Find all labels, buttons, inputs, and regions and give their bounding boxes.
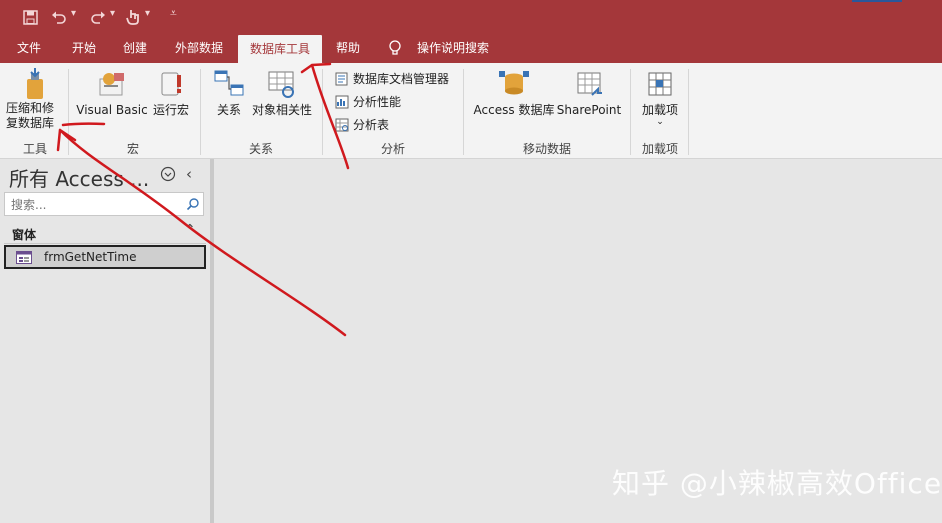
compact-repair-label-1: 压缩和修 bbox=[6, 101, 55, 115]
run-macro-icon bbox=[161, 72, 181, 96]
undo-dropdown-icon[interactable]: ▾ bbox=[71, 8, 76, 19]
ribbon-tab-bar: 文件 开始 创建 外部数据 数据库工具 帮助 操作说明搜索 bbox=[0, 33, 942, 63]
tab-create[interactable]: 创建 bbox=[119, 33, 151, 63]
compact-repair-label-2: 复数据库 bbox=[6, 116, 55, 130]
analyze-performance-icon bbox=[335, 95, 349, 108]
object-dependencies-button[interactable]: 对象相关性 bbox=[250, 69, 314, 118]
group-label-add-ins: 加载项 bbox=[641, 142, 678, 156]
tab-external-data[interactable]: 外部数据 bbox=[171, 33, 227, 63]
group-label-tools: 工具 bbox=[22, 142, 47, 156]
tab-help[interactable]: 帮助 bbox=[332, 33, 364, 63]
undo-icon[interactable] bbox=[49, 7, 69, 27]
chevron-up-icon[interactable]: ⌃ bbox=[184, 222, 196, 238]
analyze-performance-button[interactable]: 分析性能 bbox=[335, 93, 401, 110]
sharepoint-label: SharePoint bbox=[556, 103, 622, 117]
access-database-label: Access 数据库 bbox=[473, 103, 555, 117]
tell-me-search[interactable]: 操作说明搜索 bbox=[413, 33, 493, 63]
search-icon[interactable] bbox=[186, 196, 200, 215]
group-label-move-data: 移动数据 bbox=[522, 142, 571, 156]
group-separator bbox=[322, 69, 323, 155]
nav-section-forms[interactable]: 窗体 bbox=[12, 226, 36, 243]
ribbon: 压缩和修 复数据库 工具 Visual Basic 运行宏 宏 关系 对象相关性… bbox=[0, 63, 942, 159]
redo-icon[interactable] bbox=[88, 7, 108, 27]
database-documenter-label: 数据库文档管理器 bbox=[353, 72, 450, 86]
navigation-pane: 所有 Access ... ‹ 窗体 ⌃ frmGetNetTime bbox=[0, 159, 210, 523]
analyze-table-icon bbox=[335, 118, 349, 131]
nav-item-form[interactable]: frmGetNetTime bbox=[4, 245, 206, 269]
access-database-button[interactable]: Access 数据库 bbox=[472, 69, 556, 118]
analyze-table-label: 分析表 bbox=[353, 118, 390, 132]
compact-repair-icon bbox=[27, 68, 43, 99]
nav-item-label: frmGetNetTime bbox=[44, 250, 137, 264]
watermark-text: 知乎 @小辣椒高效Office bbox=[612, 467, 942, 500]
nav-pane-title[interactable]: 所有 Access ... bbox=[9, 163, 149, 192]
add-ins-button[interactable]: 加载项 ⌄ bbox=[638, 69, 682, 127]
redo-dropdown-icon[interactable]: ▾ bbox=[110, 8, 115, 19]
documenter-icon bbox=[335, 72, 348, 85]
visual-basic-icon bbox=[99, 73, 124, 96]
visual-basic-label: Visual Basic bbox=[76, 103, 148, 117]
tab-database-tools[interactable]: 数据库工具 bbox=[238, 35, 322, 63]
group-separator bbox=[200, 69, 201, 155]
group-separator bbox=[688, 69, 689, 155]
run-macro-label: 运行宏 bbox=[152, 103, 189, 117]
group-label-relationships: 关系 bbox=[248, 142, 273, 156]
group-label-analyze: 分析 bbox=[380, 142, 405, 156]
group-label-macro: 宏 bbox=[126, 142, 139, 156]
section-divider bbox=[4, 243, 206, 244]
compact-repair-button[interactable]: 压缩和修 复数据库 bbox=[6, 67, 64, 131]
analyze-performance-label: 分析性能 bbox=[353, 95, 402, 109]
lightbulb-icon bbox=[388, 33, 402, 63]
visual-basic-button[interactable]: Visual Basic bbox=[76, 69, 148, 118]
object-dependencies-icon bbox=[268, 71, 294, 98]
database-documenter-button[interactable]: 数据库文档管理器 bbox=[335, 70, 449, 87]
sharepoint-button[interactable]: SharePoint bbox=[556, 69, 622, 118]
access-database-icon bbox=[499, 71, 529, 95]
relationships-button[interactable]: 关系 bbox=[210, 69, 248, 118]
tab-file[interactable]: 文件 bbox=[13, 33, 45, 63]
group-separator bbox=[630, 69, 631, 155]
touch-mode-icon[interactable] bbox=[125, 7, 141, 27]
window-accent bbox=[852, 0, 902, 2]
customize-qat-icon[interactable]: ⩡ bbox=[170, 6, 177, 21]
touch-dropdown-icon[interactable]: ▾ bbox=[145, 8, 150, 19]
relationships-label: 关系 bbox=[216, 103, 241, 117]
shutter-bar-close-icon[interactable]: ‹ bbox=[186, 165, 192, 183]
nav-search-box[interactable] bbox=[4, 192, 204, 216]
nav-search-input[interactable] bbox=[9, 194, 183, 216]
title-bar: ▾ ▾ ▾ ⩡ bbox=[0, 0, 942, 33]
group-separator bbox=[68, 69, 69, 155]
add-ins-label: 加载项 bbox=[641, 103, 678, 117]
object-dependencies-label: 对象相关性 bbox=[251, 103, 312, 117]
run-macro-button[interactable]: 运行宏 bbox=[150, 69, 192, 118]
nav-menu-dropdown-icon[interactable] bbox=[160, 166, 176, 182]
tab-home[interactable]: 开始 bbox=[68, 33, 100, 63]
save-icon[interactable] bbox=[20, 7, 40, 27]
sharepoint-icon bbox=[577, 72, 602, 96]
chevron-down-icon: ⌄ bbox=[656, 117, 664, 127]
relationships-icon bbox=[214, 70, 244, 96]
form-icon bbox=[16, 250, 32, 264]
analyze-table-button[interactable]: 分析表 bbox=[335, 116, 389, 133]
group-separator bbox=[463, 69, 464, 155]
add-ins-icon bbox=[648, 72, 672, 96]
